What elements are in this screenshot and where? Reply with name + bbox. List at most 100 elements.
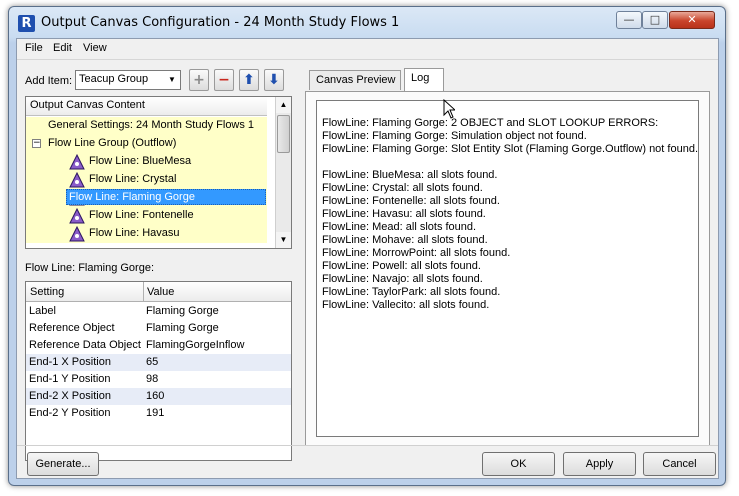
arrow-down-icon: ⬇ [268,72,280,88]
column-divider[interactable] [143,282,144,302]
maximize-button[interactable]: □ [642,11,668,29]
log-line: FlowLine: MorrowPoint: all slots found. [322,247,511,259]
add-button[interactable]: + [189,69,209,91]
setting-cell: End-1 X Position [29,356,111,368]
setting-cell: Reference Data Object [29,339,141,351]
log-line: FlowLine: BlueMesa: all slots found. [322,169,498,181]
tree-item-general-settings[interactable]: General Settings: 24 Month Study Flows 1 [26,117,267,135]
menu-separator [17,59,718,60]
table-row[interactable]: Reference Object Flaming Gorge [26,320,291,337]
dialog-client: File Edit View Add Item: Teacup Group ▼ … [16,38,719,479]
log-line: FlowLine: Flaming Gorge: 2 OBJECT and SL… [322,117,659,129]
table-row[interactable]: End-2 Y Position 191 [26,405,291,422]
table-row[interactable]: End-1 Y Position 98 [26,371,291,388]
log-tab-panel: FlowLine: Flaming Gorge: 2 OBJECT and SL… [305,91,710,446]
menu-bar: File Edit View [17,39,718,59]
titlebar[interactable]: R Output Canvas Configuration - 24 Month… [9,7,725,39]
apply-button[interactable]: Apply [563,452,636,476]
app-icon: R [18,15,35,32]
add-item-label: Add Item: [25,75,73,87]
tree-item-label: Flow Line: Havasu [89,227,180,239]
move-up-button[interactable]: ⬆ [239,69,259,91]
minimize-button[interactable]: — [616,11,642,29]
cancel-button[interactable]: Cancel [643,452,716,476]
log-line: FlowLine: TaylorPark: all slots found. [322,286,501,298]
column-header-setting[interactable]: Setting [30,286,64,298]
tree-scrollbar[interactable]: ▲ ▼ [275,97,291,248]
flow-line-icon [69,208,85,224]
log-line: FlowLine: Vallecito: all slots found. [322,299,490,311]
value-cell[interactable]: Flaming Gorge [146,322,219,334]
tree-item-bluemesa[interactable]: Flow Line: BlueMesa [26,153,267,171]
log-line: FlowLine: Navajo: all slots found. [322,273,483,285]
flow-line-icon [69,226,85,242]
setting-cell: End-1 Y Position [29,373,111,385]
flow-line-icon [69,172,85,188]
log-line: FlowLine: Mohave: all slots found. [322,234,488,246]
value-cell[interactable]: 191 [146,407,164,419]
tree-item-crystal[interactable]: Flow Line: Crystal [26,171,267,189]
value-cell[interactable]: 98 [146,373,158,385]
log-line: FlowLine: Flaming Gorge: Simulation obje… [322,130,587,142]
setting-cell: Label [29,305,56,317]
value-cell[interactable]: FlamingGorgeInflow [146,339,244,351]
ok-button[interactable]: OK [482,452,555,476]
selected-item-label: Flow Line: Flaming Gorge: [25,262,154,274]
tree-item-fontenelle[interactable]: Flow Line: Fontenelle [26,207,267,225]
value-cell[interactable]: 160 [146,390,164,402]
tree-item-havasu[interactable]: Flow Line: Havasu [26,225,267,243]
tree-header: Output Canvas Content [26,97,267,116]
log-text-area[interactable]: FlowLine: Flaming Gorge: 2 OBJECT and SL… [316,100,699,437]
collapse-icon[interactable]: − [32,139,41,148]
setting-cell: Reference Object [29,322,115,334]
menu-view[interactable]: View [83,42,107,54]
log-line: FlowLine: Fontenelle: all slots found. [322,195,500,207]
tree-item-label: General Settings: 24 Month Study Flows 1 [48,119,255,131]
column-header-value[interactable]: Value [147,286,174,298]
scroll-up-icon[interactable]: ▲ [276,97,291,113]
tab-canvas-preview[interactable]: Canvas Preview [309,70,401,90]
tree-item-label: Flow Line Group (Outflow) [48,137,177,149]
settings-table: Setting Value Label Flaming Gorge Refere… [25,281,292,461]
table-header: Setting Value [26,282,291,302]
table-row[interactable]: Label Flaming Gorge [26,303,291,320]
add-item-combo[interactable]: Teacup Group ▼ [75,70,181,90]
flow-line-icon [69,154,85,170]
menu-edit[interactable]: Edit [53,42,72,54]
setting-cell: End-2 X Position [29,390,111,402]
canvas-content-tree: Output Canvas Content General Settings: … [25,96,292,249]
remove-button[interactable]: − [214,69,234,91]
chevron-down-icon[interactable]: ▼ [165,72,179,88]
dialog-window: R Output Canvas Configuration - 24 Month… [8,6,726,486]
tree-item-label: Flow Line: Fontenelle [89,209,194,221]
tab-log[interactable]: Log [404,68,444,91]
scrollbar-thumb[interactable] [277,115,290,153]
tree-item-flaming-gorge[interactable]: Flow Line: Flaming Gorge [26,189,267,207]
value-cell[interactable]: 65 [146,356,158,368]
footer-separator [17,445,718,446]
close-button[interactable]: ✕ [669,11,715,29]
setting-cell: End-2 Y Position [29,407,111,419]
menu-file[interactable]: File [25,42,43,54]
mouse-cursor-icon [443,99,455,119]
tree-item-label: Flow Line: Flaming Gorge [66,189,266,205]
log-line: FlowLine: Havasu: all slots found. [322,208,486,220]
minus-icon: − [218,72,230,88]
log-line: FlowLine: Crystal: all slots found. [322,182,483,194]
value-cell[interactable]: Flaming Gorge [146,305,219,317]
plus-icon: + [193,72,205,88]
window-title: Output Canvas Configuration - 24 Month S… [41,15,400,30]
table-row[interactable]: End-1 X Position 65 [26,354,291,371]
table-row[interactable]: End-2 X Position 160 [26,388,291,405]
generate-button[interactable]: Generate... [27,452,99,476]
scroll-down-icon[interactable]: ▼ [276,232,291,248]
move-down-button[interactable]: ⬇ [264,69,284,91]
table-row[interactable]: Reference Data Object FlamingGorgeInflow [26,337,291,354]
tree-item-flow-line-group[interactable]: − Flow Line Group (Outflow) [26,135,267,153]
tree-item-label: Flow Line: Crystal [89,173,177,185]
log-line: FlowLine: Flaming Gorge: Slot Entity Slo… [322,143,698,155]
log-line: FlowLine: Mead: all slots found. [322,221,477,233]
arrow-up-icon: ⬆ [243,72,255,88]
add-item-selected: Teacup Group [79,73,149,85]
